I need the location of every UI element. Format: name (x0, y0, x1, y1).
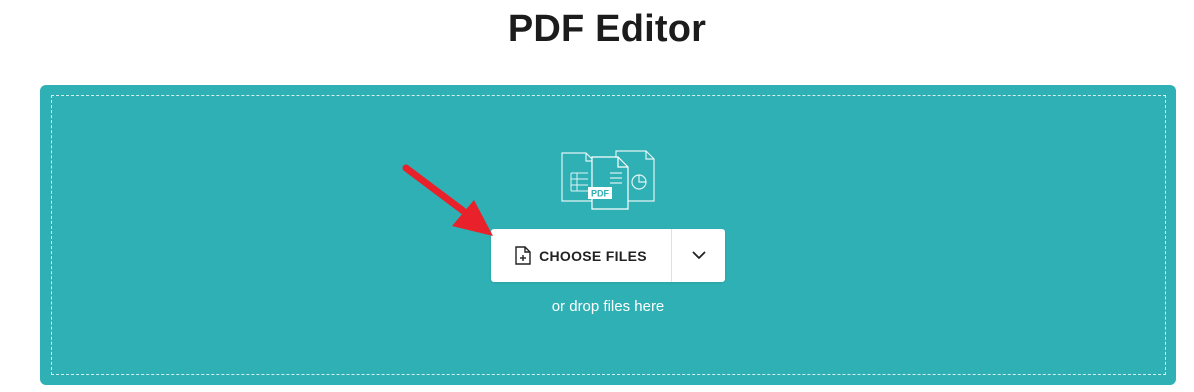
choose-files-button[interactable]: CHOOSE FILES (491, 229, 671, 282)
pdf-badge-label: PDF (591, 189, 610, 199)
choose-files-label: CHOOSE FILES (539, 247, 647, 264)
file-add-icon (515, 246, 531, 265)
chevron-down-icon (692, 251, 705, 259)
file-drop-zone[interactable]: PDF CHOOSE FILES or drop files here (40, 85, 1176, 385)
documents-illustration-icon: PDF (561, 150, 655, 210)
drop-files-hint: or drop files here (551, 298, 665, 315)
choose-files-group: CHOOSE FILES (491, 229, 725, 282)
page-title: PDF Editor (507, 8, 707, 50)
upload-source-dropdown-button[interactable] (672, 229, 725, 282)
